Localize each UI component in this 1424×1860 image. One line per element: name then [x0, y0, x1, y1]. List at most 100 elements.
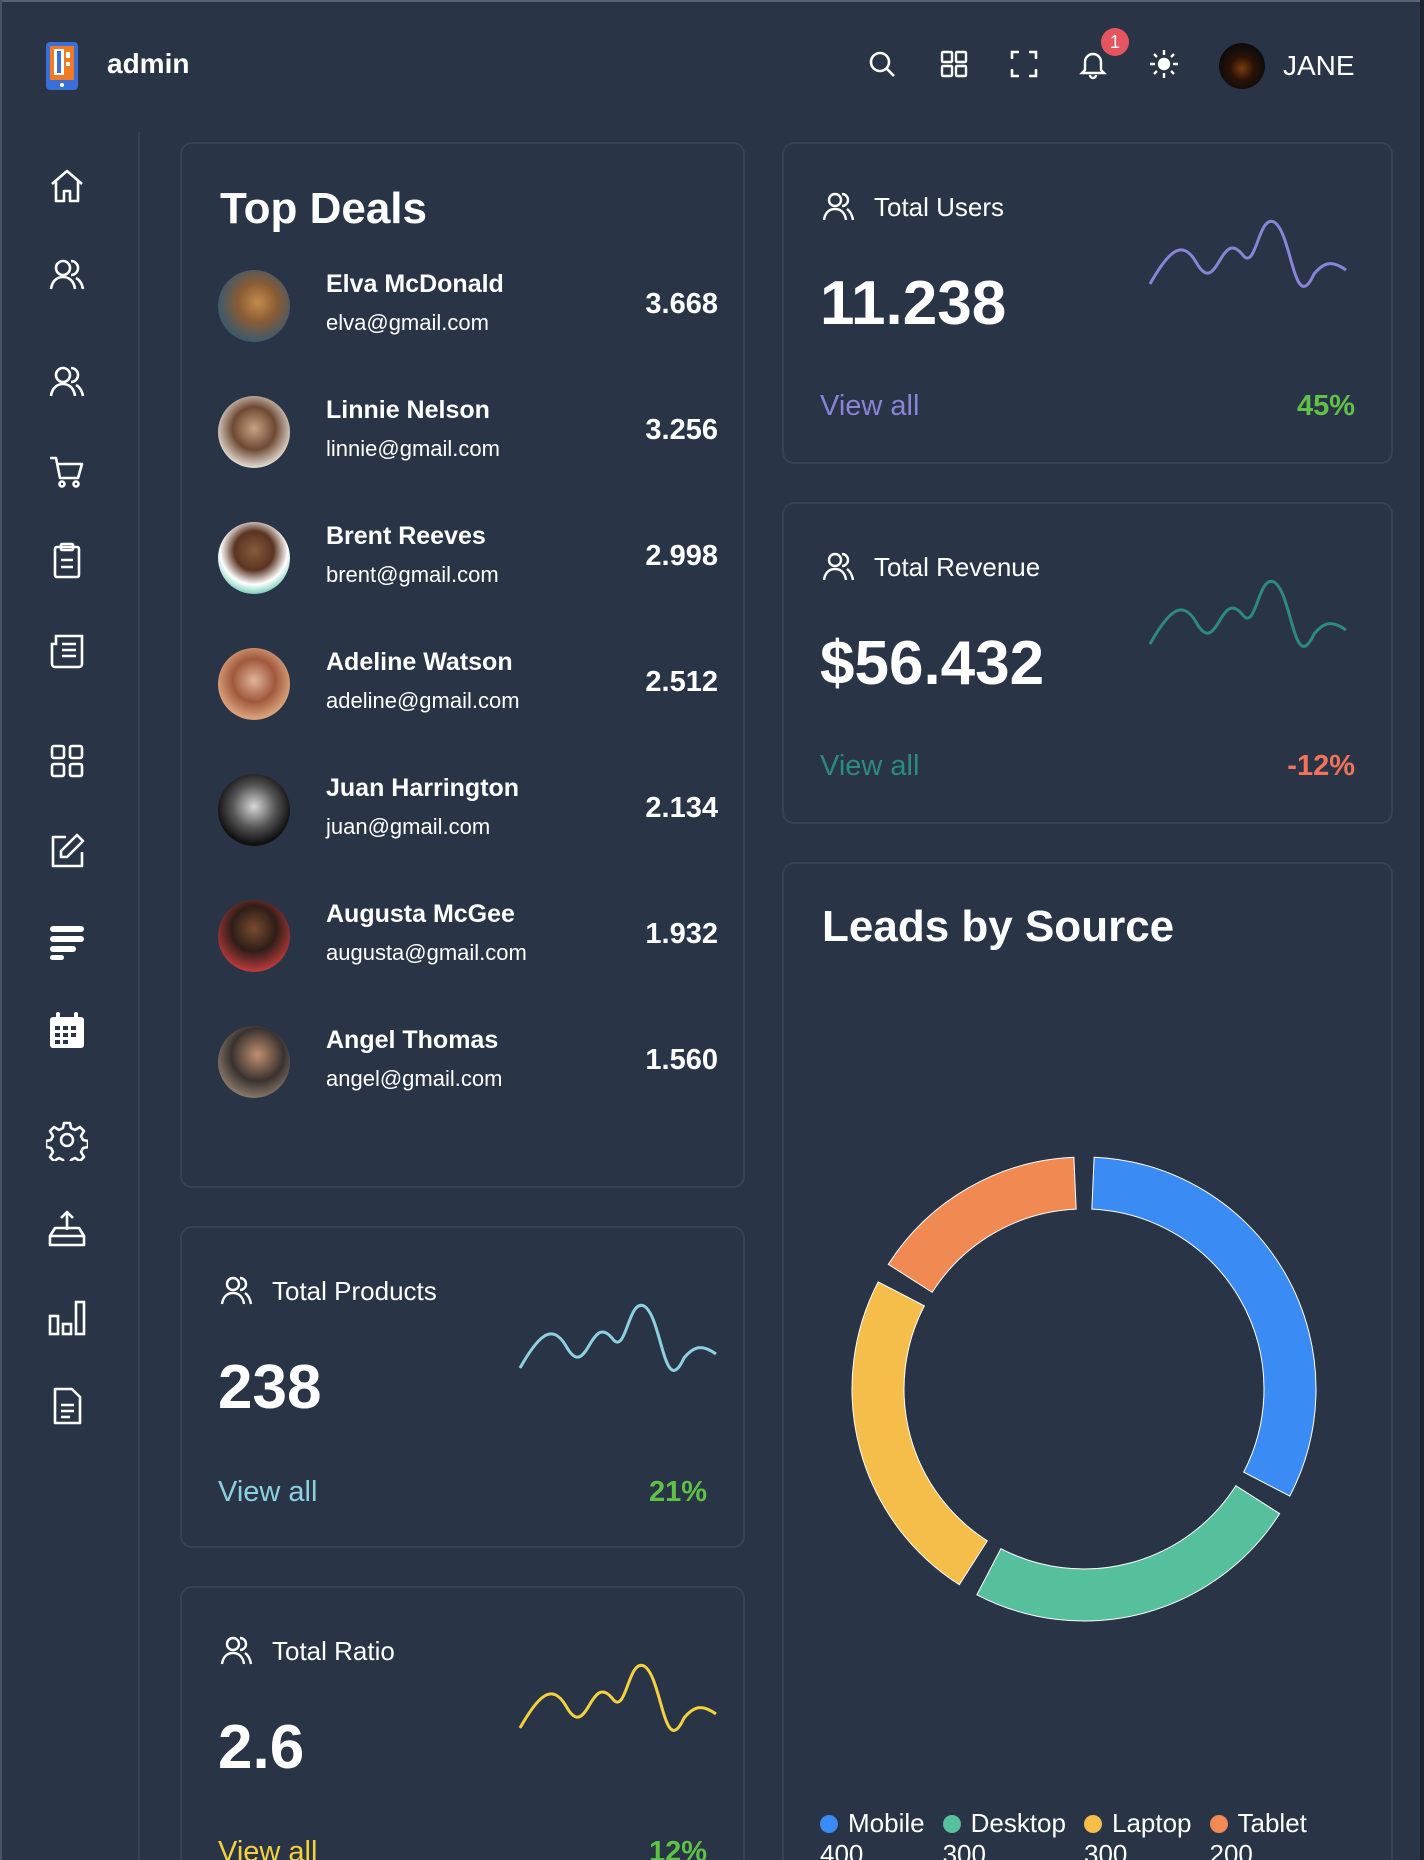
stat-title: Total Products — [272, 1275, 437, 1306]
sidebar-document-icon[interactable] — [46, 1385, 88, 1427]
deal-email: juan@gmail.com — [326, 814, 491, 839]
deal-name: Angel Thomas — [326, 1026, 499, 1054]
deal-row[interactable]: Augusta McGee augusta@gmail.com 1.932 — [218, 896, 718, 976]
legend-item: Tablet 200 — [1209, 1808, 1307, 1860]
sidebar-upload-icon[interactable] — [46, 1208, 88, 1250]
deal-name: Augusta McGee — [326, 900, 515, 928]
deal-email: linnie@gmail.com — [326, 436, 500, 461]
donut-slice-desktop[interactable] — [976, 1485, 1281, 1622]
deal-row[interactable]: Juan Harrington juan@gmail.com 2.134 — [218, 770, 718, 850]
apps-grid-icon[interactable] — [936, 46, 972, 82]
deal-email: adeline@gmail.com — [326, 688, 520, 713]
deal-amount: 3.256 — [645, 414, 718, 446]
deal-email: augusta@gmail.com — [326, 940, 527, 965]
stat-value: 238 — [218, 1353, 322, 1422]
stat-header: Total Users — [820, 188, 1004, 226]
user-avatar[interactable] — [1219, 43, 1265, 89]
deal-email: angel@gmail.com — [326, 1066, 503, 1091]
legend-label: Desktop — [970, 1808, 1066, 1838]
sidebar-home-icon[interactable] — [46, 165, 88, 207]
deal-amount: 2.134 — [645, 792, 718, 824]
sidebar-calendar-icon[interactable] — [46, 1010, 88, 1052]
stat-value: 11.238 — [820, 269, 1007, 338]
deal-amount: 3.668 — [645, 288, 718, 320]
legend-value: 300 — [1083, 1839, 1128, 1860]
legend-item: Laptop 300 — [1083, 1808, 1192, 1860]
deal-row[interactable]: Adeline Watson adeline@gmail.com 2.512 — [218, 644, 718, 724]
total-ratio-card: Total Ratio 2.6 View all 12% — [180, 1586, 745, 1860]
users-icon — [822, 192, 855, 221]
stat-value: 2.6 — [218, 1713, 305, 1782]
sidebar-chart-icon[interactable] — [46, 1296, 88, 1338]
donut-slice-laptop[interactable] — [851, 1281, 988, 1586]
sidebar-edit-icon[interactable] — [46, 830, 88, 872]
stat-header: Total Products — [218, 1272, 437, 1310]
sidebar-clipboard-icon[interactable] — [46, 540, 88, 582]
users-icon — [220, 1276, 253, 1305]
deal-row[interactable]: Angel Thomas angel@gmail.com 1.560 — [218, 1022, 718, 1102]
legend-label: Laptop — [1111, 1808, 1192, 1838]
deal-avatar — [218, 396, 290, 468]
sidebar-list-icon[interactable] — [46, 920, 88, 962]
view-all-link[interactable]: View all — [218, 1836, 317, 1860]
top-deals-title: Top Deals — [220, 184, 428, 233]
deal-row[interactable]: Brent Reeves brent@gmail.com 2.998 — [218, 518, 718, 598]
deal-email: brent@gmail.com — [326, 562, 499, 587]
deal-avatar — [218, 900, 290, 972]
sidebar-users-icon[interactable] — [46, 254, 88, 296]
deal-amount: 2.512 — [645, 666, 718, 698]
stat-header: Total Revenue — [820, 548, 1040, 586]
notification-badge: 1 — [1101, 28, 1129, 56]
deal-avatar — [218, 774, 290, 846]
app-title: admin — [107, 48, 190, 79]
stat-value: $56.432 — [820, 629, 1045, 698]
legend-value: 400 — [820, 1839, 864, 1860]
stat-percent: -12% — [1287, 750, 1355, 782]
sidebar-team-icon[interactable] — [46, 361, 88, 403]
deal-amount: 1.932 — [645, 918, 718, 950]
deal-name: Elva McDonald — [326, 270, 504, 298]
view-all-link[interactable]: View all — [820, 750, 919, 783]
legend-value: 300 — [942, 1839, 986, 1860]
revenue-sparkline — [1148, 579, 1347, 648]
sidebar-settings-icon[interactable] — [44, 1119, 90, 1167]
sidebar-cart-icon[interactable] — [46, 450, 88, 492]
deal-row[interactable]: Linnie Nelson linnie@gmail.com 3.256 — [218, 392, 718, 472]
total-revenue-card: Total Revenue $56.432 View all -12% — [782, 502, 1393, 824]
deal-row[interactable]: Elva McDonald elva@gmail.com 3.668 — [218, 266, 718, 346]
deal-name: Linnie Nelson — [326, 396, 490, 424]
deal-avatar — [218, 1026, 290, 1098]
deal-name: Juan Harrington — [326, 774, 520, 802]
sidebar-grid-icon[interactable] — [46, 740, 88, 782]
deal-avatar — [218, 522, 290, 594]
user-name[interactable]: JANE — [1283, 50, 1355, 82]
top-deals-card: Top Deals Elva McDonald elva@gmail.com 3… — [180, 142, 745, 1188]
legend-value: 200 — [1209, 1839, 1253, 1860]
leads-title: Leads by Source — [822, 902, 1175, 951]
navbar: admin 1 JANE — [0, 0, 1424, 132]
legend-dot — [1209, 1814, 1228, 1833]
deal-avatar — [218, 270, 290, 342]
products-sparkline — [518, 1303, 717, 1372]
stat-title: Total Ratio — [272, 1635, 395, 1666]
legend-dot — [1083, 1814, 1102, 1833]
sidebar-news-icon[interactable] — [46, 630, 88, 672]
stat-percent: 45% — [1296, 390, 1355, 422]
stat-percent: 21% — [648, 1476, 707, 1508]
legend-dot — [820, 1814, 838, 1833]
deal-amount: 1.560 — [645, 1044, 718, 1076]
stat-title: Total Revenue — [874, 551, 1041, 582]
leads-card: Leads by Source Mobile 400 Desktop 300 Lapto… — [782, 862, 1393, 1860]
stat-title: Total Users — [874, 191, 1005, 222]
view-all-link[interactable]: View all — [218, 1476, 317, 1509]
search-icon[interactable] — [864, 46, 900, 82]
deal-email: elva@gmail.com — [326, 310, 489, 335]
fullscreen-icon[interactable] — [1006, 46, 1042, 82]
total-users-card: Total Users 11.238 View all 45% — [782, 142, 1393, 464]
theme-sun-icon[interactable] — [1146, 46, 1182, 82]
donut-slice-tablet[interactable] — [887, 1156, 1077, 1293]
leads-donut-chart — [851, 1156, 1317, 1622]
donut-slice-mobile[interactable] — [1091, 1156, 1317, 1497]
view-all-link[interactable]: View all — [820, 390, 919, 423]
ratio-sparkline — [518, 1663, 717, 1732]
